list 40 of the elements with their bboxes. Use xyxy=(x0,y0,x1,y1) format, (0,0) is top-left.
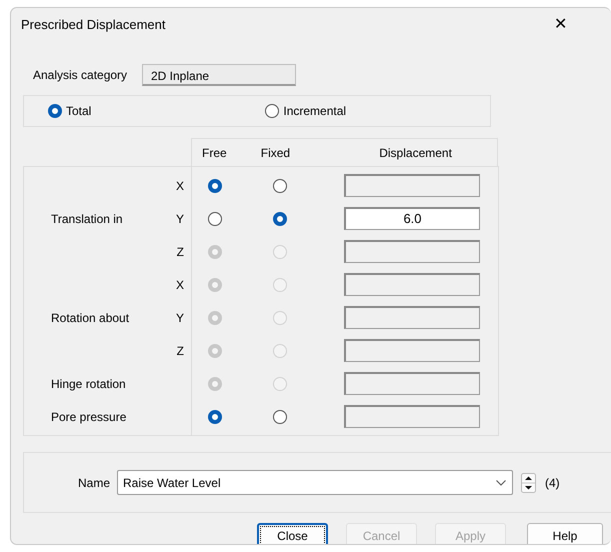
axis-label: Y xyxy=(176,310,184,324)
displacement-field[interactable] xyxy=(344,372,480,395)
axis-label: X xyxy=(176,278,184,292)
radio-button[interactable] xyxy=(208,410,222,424)
displacement-field[interactable] xyxy=(344,240,480,263)
field-label: Name xyxy=(78,474,110,492)
close-icon[interactable]: ✕ xyxy=(554,12,567,36)
window-title: Prescribed Displacement xyxy=(21,16,166,34)
field-label: Analysis category xyxy=(33,67,128,84)
displacement-field[interactable] xyxy=(344,306,480,329)
displacement-field[interactable] xyxy=(344,174,480,197)
displacement-field[interactable] xyxy=(344,405,480,428)
count-label: (4) xyxy=(545,474,560,492)
dialog-button[interactable]: Help xyxy=(527,523,603,544)
column-header: Displacement xyxy=(378,144,453,162)
radio-option[interactable]: Incremental xyxy=(265,102,346,120)
radio-option[interactable]: Total xyxy=(48,102,92,120)
column-header: Fixed xyxy=(260,144,292,162)
radio-button[interactable] xyxy=(273,178,287,192)
chevron-icon[interactable] xyxy=(496,480,506,486)
radio-button[interactable] xyxy=(208,212,222,226)
column-header: Free xyxy=(201,144,228,162)
displacement-field[interactable] xyxy=(344,273,480,296)
row-label: Pore pressure xyxy=(51,410,126,424)
name-combo[interactable]: Raise Water Level xyxy=(117,470,514,495)
axis-label: X xyxy=(176,178,184,192)
row-label: Translation in xyxy=(51,212,123,226)
radio-button[interactable] xyxy=(273,212,287,226)
displacement-field[interactable]: 6.0 xyxy=(344,207,480,230)
axis-label: Z xyxy=(176,244,184,258)
row-label: Rotation about xyxy=(51,310,130,324)
radio-button[interactable] xyxy=(208,178,222,192)
axis-label: Y xyxy=(176,212,184,226)
spinner-icon[interactable] xyxy=(521,472,536,492)
dialog-button[interactable]: Close xyxy=(257,523,328,544)
displacement-field[interactable] xyxy=(344,339,480,362)
axis-label: Z xyxy=(176,344,184,358)
row-label: Hinge rotation xyxy=(51,376,126,390)
category-field: 2D Inplane xyxy=(142,64,296,86)
radio-button[interactable] xyxy=(273,410,287,424)
